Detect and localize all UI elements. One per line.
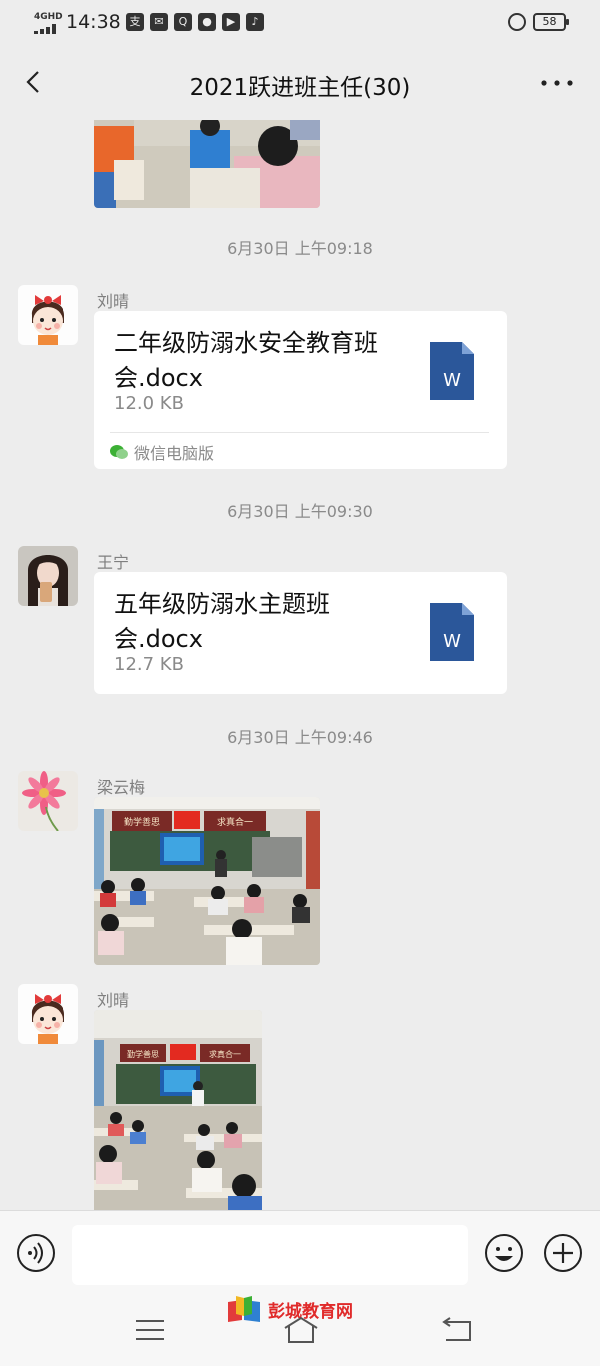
file-source-label: 微信电脑版 [134, 444, 215, 463]
word-document-icon: W [430, 342, 474, 400]
video-icon: ▶ [222, 13, 240, 31]
chat-title: 2021跃进班主任(30) [189, 75, 411, 101]
word-document-icon: W [430, 603, 474, 661]
message-input-bar [0, 1210, 600, 1296]
battery-icon: 58 [533, 13, 569, 31]
back-arrow-icon[interactable] [22, 70, 46, 94]
clock: 14:38 [66, 11, 121, 33]
classroom-photo[interactable]: 勤学善思 求真合一 [94, 1010, 262, 1210]
file-source: 微信电脑版 [110, 440, 214, 464]
wechat-icon [110, 445, 128, 459]
timestamp: 6月30日 上午09:46 [227, 728, 373, 747]
file-size: 12.7 KB [114, 654, 184, 675]
menu-icon[interactable] [134, 1318, 166, 1342]
chat-image[interactable] [94, 120, 320, 208]
network-type: 4GHD [34, 12, 63, 22]
svg-text:W: W [443, 370, 461, 391]
sender-name: 王宁 [97, 553, 130, 572]
notification-icons: 支 ✉ Q ● ▶ ♪ [126, 13, 264, 31]
file-name: 二年级防溺水安全教育班会.docx [114, 329, 378, 392]
avatar[interactable] [18, 984, 78, 1044]
status-bar: 4GHD 14:38 支 ✉ Q ● ▶ ♪ 58 [0, 0, 600, 46]
pay-icon: 支 [126, 13, 144, 31]
avatar[interactable] [18, 285, 78, 345]
file-message[interactable]: 二年级防溺水安全教育班会.docx 12.0 KB W 微信电脑版 [94, 311, 507, 469]
qq-icon: Q [174, 13, 192, 31]
sender-name: 刘晴 [97, 292, 130, 311]
sender-name: 刘晴 [97, 991, 130, 1010]
message-list[interactable]: 6月30日 上午09:18 刘晴 二年级防溺水安全教育班会.docx 12.0 … [0, 120, 600, 1210]
mail-icon: ✉ [150, 13, 168, 31]
back-nav-icon[interactable] [440, 1316, 474, 1344]
svg-text:勤学善思: 勤学善思 [127, 1049, 159, 1059]
file-name: 五年级防溺水主题班会.docx [114, 590, 330, 653]
plus-icon[interactable] [543, 1233, 583, 1273]
alarm-icon [508, 13, 526, 31]
location-icon: ● [198, 13, 216, 31]
home-icon[interactable] [281, 1314, 321, 1344]
timestamp: 6月30日 上午09:30 [227, 502, 373, 521]
divider [110, 432, 489, 433]
svg-text:求真合一: 求真合一 [217, 816, 253, 828]
timestamp: 6月30日 上午09:18 [227, 239, 373, 258]
chat-header: 2021跃进班主任(30) [0, 46, 600, 120]
voice-input-icon[interactable] [16, 1233, 56, 1273]
svg-text:勤学善思: 勤学善思 [124, 816, 160, 828]
file-size: 12.0 KB [114, 393, 184, 414]
file-message[interactable]: 五年级防溺水主题班会.docx 12.7 KB W [94, 572, 507, 694]
message-input[interactable] [72, 1225, 468, 1285]
book-logo-icon [228, 1296, 260, 1322]
avatar[interactable] [18, 771, 78, 831]
avatar[interactable] [18, 546, 78, 606]
sender-name: 梁云梅 [97, 778, 146, 797]
system-nav-bar: 彭城教育网 [0, 1296, 600, 1366]
tiktok-icon: ♪ [246, 13, 264, 31]
more-icon[interactable] [540, 78, 574, 88]
svg-text:求真合一: 求真合一 [209, 1049, 241, 1059]
classroom-photo[interactable]: 勤学善思 求真合一 [94, 797, 320, 965]
svg-text:W: W [443, 631, 461, 652]
emoji-icon[interactable] [484, 1233, 524, 1273]
signal-icon [34, 24, 60, 34]
